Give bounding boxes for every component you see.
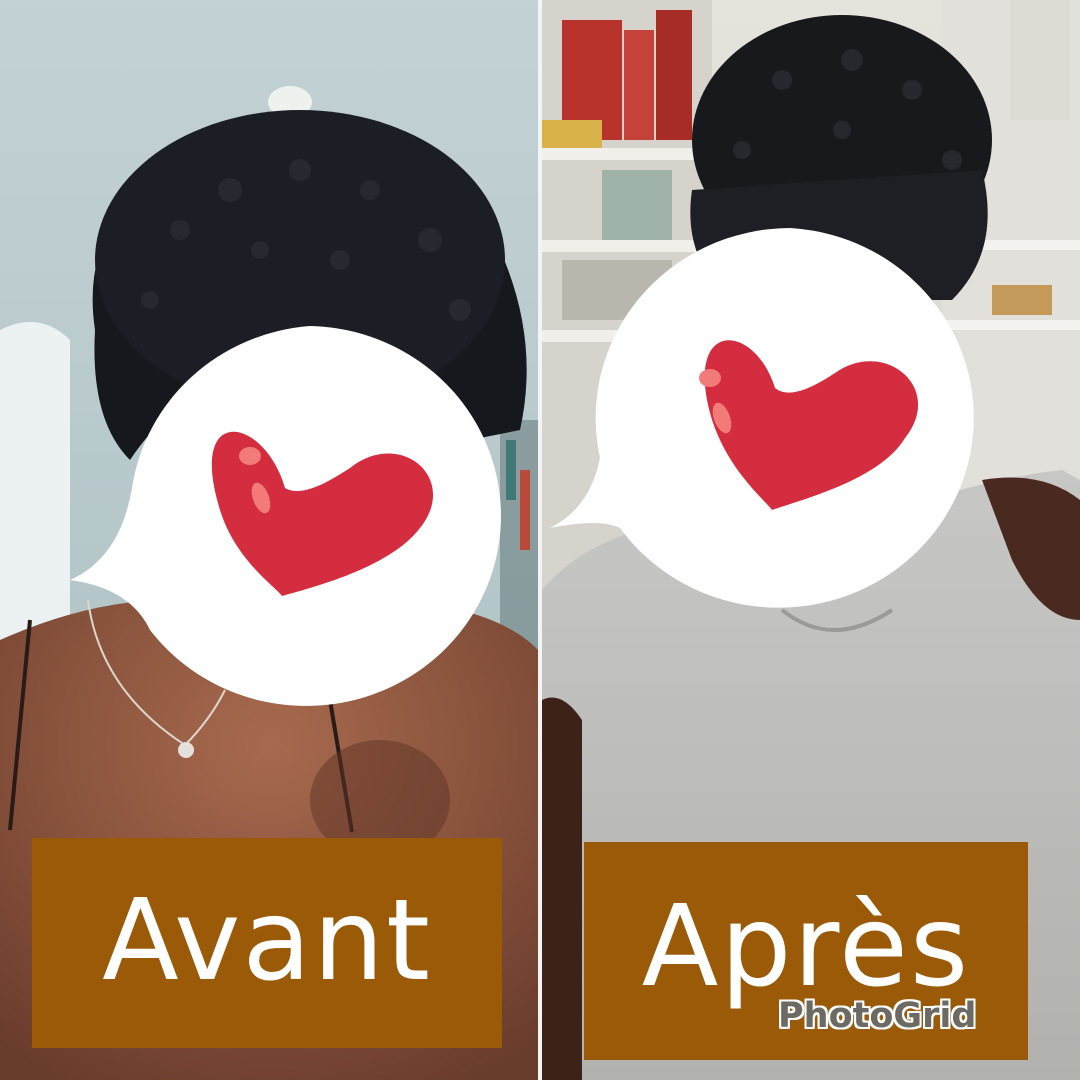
before-label-text: Avant [102, 876, 432, 1006]
before-label: Avant [32, 838, 502, 1048]
photogrid-watermark: PhotoGrid [778, 996, 977, 1036]
heart-speech-bubble-icon [550, 228, 974, 608]
heart-speech-bubble-icon [70, 326, 501, 706]
before-photo-panel: Avant [0, 0, 538, 1080]
after-photo-panel: Après [542, 0, 1080, 1080]
after-label-text: Après [641, 882, 971, 1012]
